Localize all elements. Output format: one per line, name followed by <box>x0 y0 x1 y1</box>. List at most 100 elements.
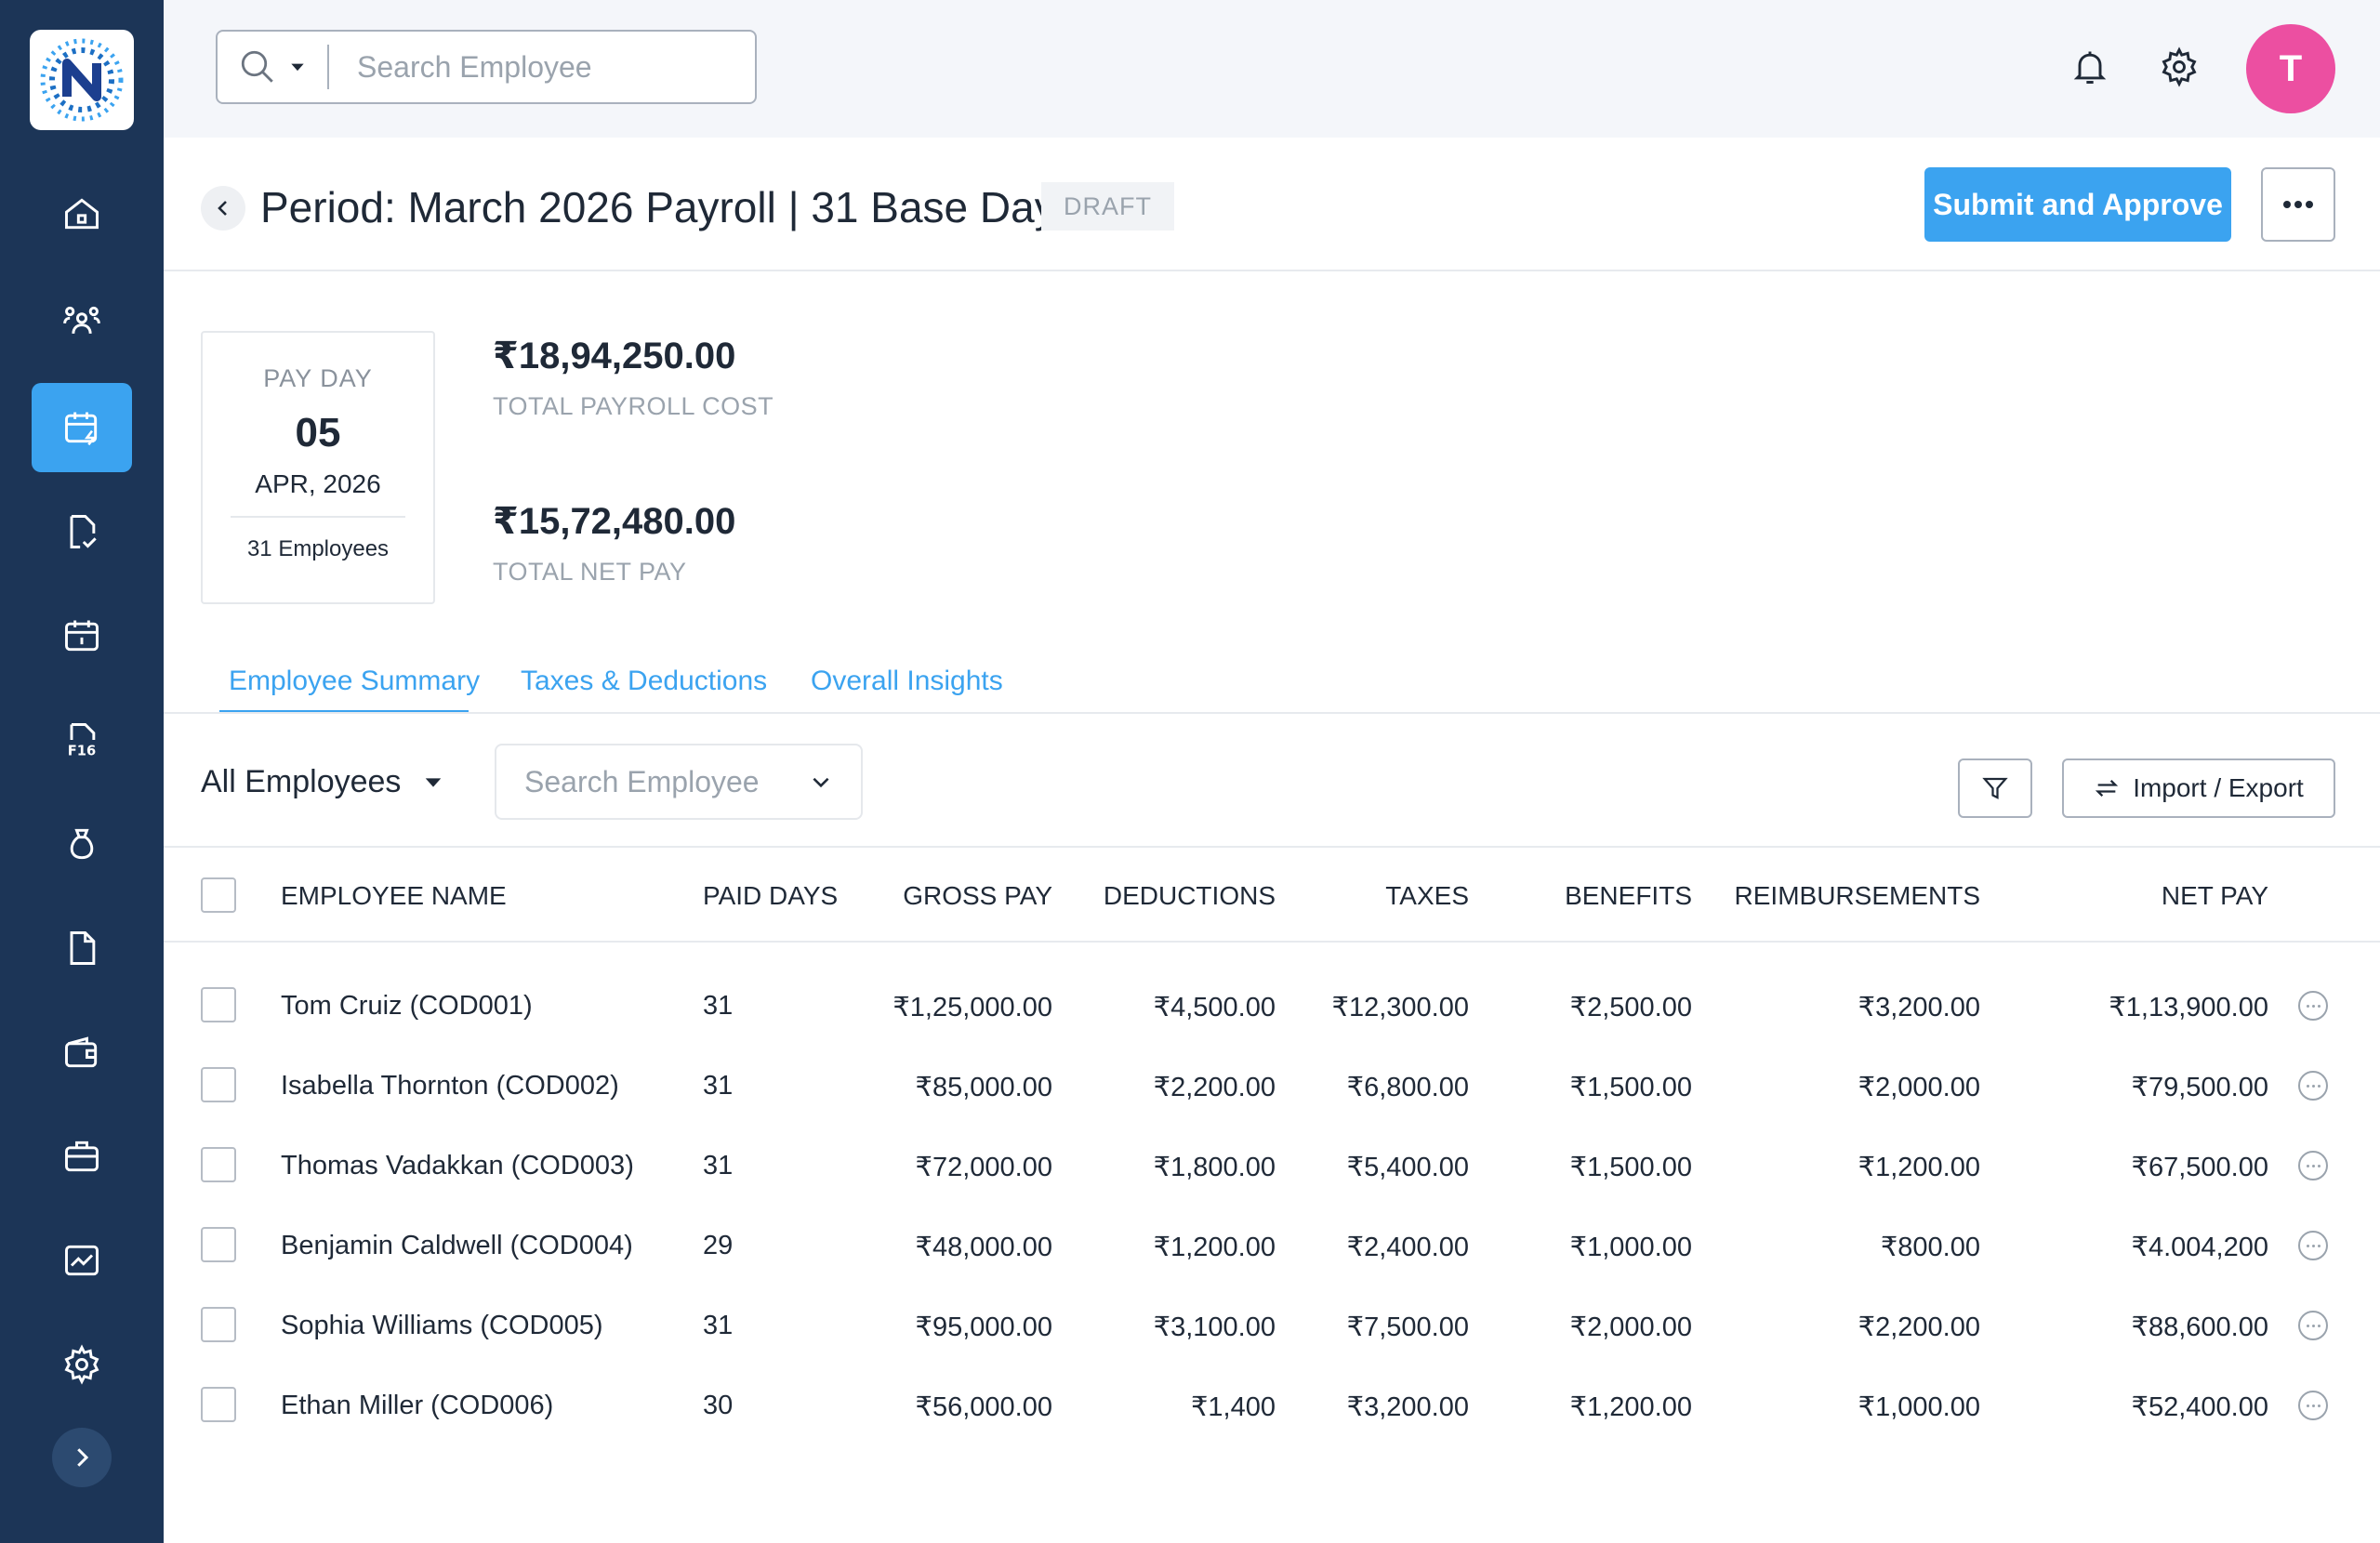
sidebar-item-payroll[interactable] <box>32 383 132 472</box>
employee-search-bar[interactable]: Search Employee <box>216 30 757 104</box>
cell-net-pay: ₹4.004,200 <box>2131 1233 2268 1262</box>
cell-net-pay: ₹67,500.00 <box>2131 1153 2268 1182</box>
cell-paid-days: 29 <box>703 1231 734 1260</box>
dot-icon <box>2317 1404 2320 1407</box>
employee-scope-dropdown[interactable]: All Employees <box>201 764 443 800</box>
cell-employee-name[interactable]: Ethan Miller (COD006) <box>281 1391 553 1421</box>
cell-employee-name[interactable]: Thomas Vadakkan (COD003) <box>281 1151 634 1181</box>
row-more-button[interactable] <box>2298 1391 2328 1420</box>
dot-icon <box>2311 1084 2315 1088</box>
calendar-icon <box>65 620 99 652</box>
search-scope-dropdown[interactable] <box>218 45 329 89</box>
cell-employee-name[interactable]: Tom Cruiz (COD001) <box>281 991 533 1022</box>
row-checkbox[interactable] <box>201 1387 236 1422</box>
more-actions-button[interactable] <box>2261 167 2335 242</box>
tab-overall-insights[interactable]: Overall Insights <box>811 666 1003 697</box>
column-header-net-pay[interactable]: NET PAY <box>2008 881 2268 911</box>
employee-scope-label: All Employees <box>201 764 402 799</box>
sidebar: F16 <box>0 0 164 1543</box>
cell-paid-days: 31 <box>703 1071 734 1101</box>
sidebar-item-calendar[interactable] <box>32 591 132 680</box>
submit-and-approve-button[interactable]: Submit and Approve <box>1924 167 2231 242</box>
tab-employee-summary[interactable]: Employee Summary <box>229 666 480 697</box>
bell-icon <box>2073 51 2107 84</box>
row-checkbox[interactable] <box>201 1227 236 1262</box>
row-checkbox[interactable] <box>201 987 236 1022</box>
cell-reimbursements: ₹3,200.00 <box>1858 993 1980 1022</box>
home-icon <box>65 198 99 230</box>
cell-taxes: ₹12,300.00 <box>1331 993 1469 1022</box>
row-more-button[interactable] <box>2298 1151 2328 1180</box>
sidebar-item-team[interactable] <box>32 277 132 366</box>
dot-icon <box>2311 1004 2315 1008</box>
import-export-button[interactable]: Import / Export <box>2062 758 2335 818</box>
dot-icon <box>2317 1084 2320 1088</box>
row-more-button[interactable] <box>2298 991 2328 1021</box>
tab-taxes-deductions[interactable]: Taxes & Deductions <box>521 666 767 697</box>
cell-net-pay: ₹52,400.00 <box>2131 1392 2268 1422</box>
employee-count: 31 Employees <box>246 536 390 561</box>
column-header-gross-pay[interactable]: GROSS PAY <box>837 881 1052 911</box>
cell-gross-pay: ₹72,000.00 <box>915 1153 1052 1182</box>
cell-employee-name[interactable]: Sophia Williams (COD005) <box>281 1311 603 1341</box>
dot-icon <box>2306 1324 2309 1327</box>
cell-benefits: ₹1,500.00 <box>1569 1073 1692 1102</box>
notifications-button[interactable] <box>2064 41 2116 93</box>
back-button[interactable] <box>201 186 245 231</box>
row-more-button[interactable] <box>2298 1311 2328 1340</box>
total-payroll-cost-value: ₹18,94,250.00 <box>493 336 736 376</box>
cell-employee-name[interactable]: Benjamin Caldwell (COD004) <box>281 1231 633 1261</box>
sidebar-item-settings[interactable] <box>32 1320 132 1409</box>
employee-search-dropdown[interactable]: Search Employee <box>495 744 863 820</box>
dot-icon <box>2317 1004 2320 1008</box>
column-header-taxes[interactable]: TAXES <box>1283 881 1469 911</box>
search-input[interactable]: Search Employee <box>329 50 592 85</box>
pay-day-month: APR, 2026 <box>255 469 381 498</box>
pay-day-date: 05 <box>295 410 341 455</box>
sidebar-item-form16[interactable]: F16 <box>32 695 132 785</box>
sidebar-item-documents[interactable] <box>32 903 132 993</box>
cell-net-pay: ₹1,13,900.00 <box>2109 993 2268 1022</box>
caret-down-icon <box>291 63 304 72</box>
employee-search-placeholder: Search Employee <box>524 764 760 798</box>
sidebar-item-wallet[interactable] <box>32 1008 132 1097</box>
cell-gross-pay: ₹1,25,000.00 <box>892 993 1052 1022</box>
dot-icon <box>2317 1324 2320 1327</box>
sidebar-item-loans[interactable] <box>32 799 132 889</box>
caret-down-icon <box>426 777 442 787</box>
row-checkbox[interactable] <box>201 1307 236 1342</box>
column-header-paid-days[interactable]: PAID DAYS <box>703 881 838 911</box>
dot-icon <box>2306 1004 2309 1008</box>
cell-taxes: ₹6,800.00 <box>1346 1073 1469 1102</box>
file-icon <box>70 931 96 965</box>
column-header-deductions[interactable]: DEDUCTIONS <box>1060 881 1276 911</box>
sidebar-item-jobs[interactable] <box>32 1112 132 1201</box>
logo-mark-icon <box>40 38 124 122</box>
sidebar-expand-button[interactable] <box>52 1428 112 1487</box>
dot-icon <box>2311 1324 2315 1327</box>
dot-icon <box>2311 1404 2315 1407</box>
row-more-button[interactable] <box>2298 1231 2328 1260</box>
chevron-down-icon <box>813 777 829 788</box>
cell-paid-days: 31 <box>703 1151 734 1180</box>
row-checkbox[interactable] <box>201 1067 236 1102</box>
filter-button[interactable] <box>1958 758 2032 818</box>
app-logo[interactable] <box>30 30 134 130</box>
sidebar-item-home[interactable] <box>32 169 132 258</box>
table-header-divider <box>164 941 2380 943</box>
svg-text:F16: F16 <box>68 744 96 759</box>
settings-button[interactable] <box>2153 41 2205 93</box>
cell-deductions: ₹4,500.00 <box>1153 993 1276 1022</box>
cell-net-pay: ₹88,600.00 <box>2131 1312 2268 1342</box>
sidebar-item-approvals[interactable] <box>32 487 132 576</box>
column-header-reimbursements[interactable]: REIMBURSEMENTS <box>1711 881 1980 911</box>
column-header-employee-name[interactable]: EMPLOYEE NAME <box>281 881 507 911</box>
select-all-checkbox[interactable] <box>201 877 236 913</box>
money-bag-icon <box>70 828 94 860</box>
user-avatar[interactable]: T <box>2246 24 2335 113</box>
cell-employee-name[interactable]: Isabella Thornton (COD002) <box>281 1071 619 1101</box>
sidebar-item-reports[interactable] <box>32 1216 132 1305</box>
row-checkbox[interactable] <box>201 1147 236 1182</box>
row-more-button[interactable] <box>2298 1071 2328 1101</box>
column-header-benefits[interactable]: BENEFITS <box>1488 881 1692 911</box>
